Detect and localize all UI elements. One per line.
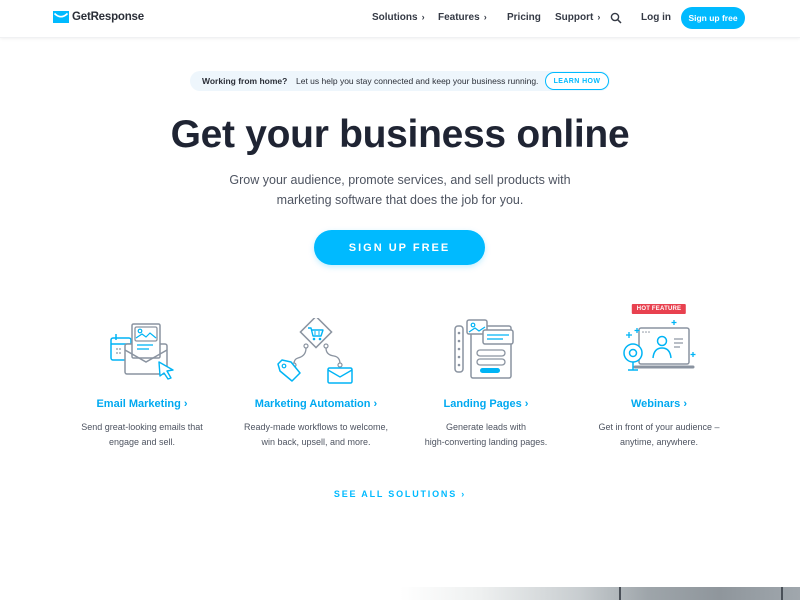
- chevron-right-icon: ›: [483, 12, 487, 22]
- feature-desc-line: win back, upsell, and more.: [261, 437, 371, 447]
- hot-feature-badge: HOT FEATURE: [631, 304, 687, 314]
- feature-title-link[interactable]: Landing Pages ›: [396, 398, 576, 410]
- feature-description: Get in front of your audience – anytime,…: [569, 420, 749, 450]
- feature-desc-line: Get in front of your audience –: [598, 422, 720, 432]
- feature-description: Send great-looking emails that engage an…: [52, 420, 232, 450]
- logo[interactable]: GetResponse: [53, 11, 144, 23]
- feature-icon-wrap: [396, 300, 576, 392]
- chevron-right-icon: ›: [597, 12, 601, 22]
- feature-description: Generate leads with high-converting land…: [396, 420, 576, 450]
- feature-landing-pages: Landing Pages › Generate leads with high…: [396, 300, 576, 450]
- banner-title: Working from home?: [202, 76, 288, 86]
- hero-title: Get your business online: [170, 113, 630, 156]
- feature-email-marketing: Email Marketing › Send great-looking ema…: [52, 300, 232, 450]
- learn-how-button[interactable]: LEARN HOW: [545, 72, 609, 90]
- email-marketing-icon: [110, 323, 174, 380]
- logo-text: GetResponse: [72, 11, 144, 23]
- feature-desc-line: Ready-made workflows to welcome,: [243, 422, 389, 432]
- login-link[interactable]: Log in: [641, 12, 671, 23]
- hero-subtitle-line: marketing software that does the job for…: [276, 193, 524, 207]
- hero-subtitle-line: Grow your audience, promote services, an…: [229, 173, 571, 187]
- landing-pages-icon: [454, 319, 514, 379]
- feature-desc-line: engage and sell.: [108, 437, 176, 447]
- search-icon[interactable]: [610, 12, 622, 24]
- nav-support[interactable]: Support ›: [555, 12, 600, 23]
- feature-title-link[interactable]: Webinars ›: [569, 398, 749, 410]
- nav-support-label: Support: [555, 12, 594, 23]
- nav-solutions[interactable]: Solutions ›: [372, 12, 425, 23]
- image-detail: [619, 587, 621, 600]
- feature-icon-wrap: HOT FEATURE: [569, 300, 749, 392]
- feature-desc-line: high-converting landing pages.: [424, 437, 548, 447]
- nav-solutions-label: Solutions: [372, 12, 418, 23]
- logo-envelope-icon: [53, 11, 69, 23]
- marketing-automation-icon: [277, 318, 353, 384]
- feature-webinars: HOT FEATURE Webinars › Get in front of y…: [569, 300, 749, 450]
- wfh-banner: Working from home? Let us help you stay …: [190, 71, 610, 91]
- nav-pricing[interactable]: Pricing: [507, 12, 541, 23]
- image-detail: [781, 587, 783, 600]
- hero-image-strip: [400, 587, 800, 600]
- feature-icon-wrap: [52, 300, 232, 392]
- see-all-solutions-link[interactable]: SEE ALL SOLUTIONS ›: [0, 489, 800, 499]
- feature-desc-line: anytime, anywhere.: [619, 437, 699, 447]
- feature-title-link[interactable]: Marketing Automation ›: [226, 398, 406, 410]
- feature-description: Ready-made workflows to welcome, win bac…: [226, 420, 406, 450]
- signup-button[interactable]: Sign up free: [681, 7, 745, 29]
- top-navigation: GetResponse Solutions › Features › Pricing…: [0, 0, 800, 38]
- feature-marketing-automation: Marketing Automation › Ready-made workfl…: [226, 300, 406, 450]
- nav-pricing-label: Pricing: [507, 12, 541, 23]
- feature-title-link[interactable]: Email Marketing ›: [52, 398, 232, 410]
- feature-desc-line: Send great-looking emails that: [81, 422, 203, 432]
- feature-desc-line: Generate leads with: [445, 422, 527, 432]
- chevron-right-icon: ›: [421, 12, 425, 22]
- nav-features[interactable]: Features ›: [438, 12, 487, 23]
- hero-signup-button[interactable]: SIGN UP FREE: [314, 230, 485, 265]
- nav-features-label: Features: [438, 12, 480, 23]
- webinars-icon: [623, 320, 696, 371]
- feature-icon-wrap: [226, 300, 406, 392]
- hero-subtitle: Grow your audience, promote services, an…: [200, 170, 600, 210]
- banner-text: Let us help you stay connected and keep …: [296, 76, 539, 86]
